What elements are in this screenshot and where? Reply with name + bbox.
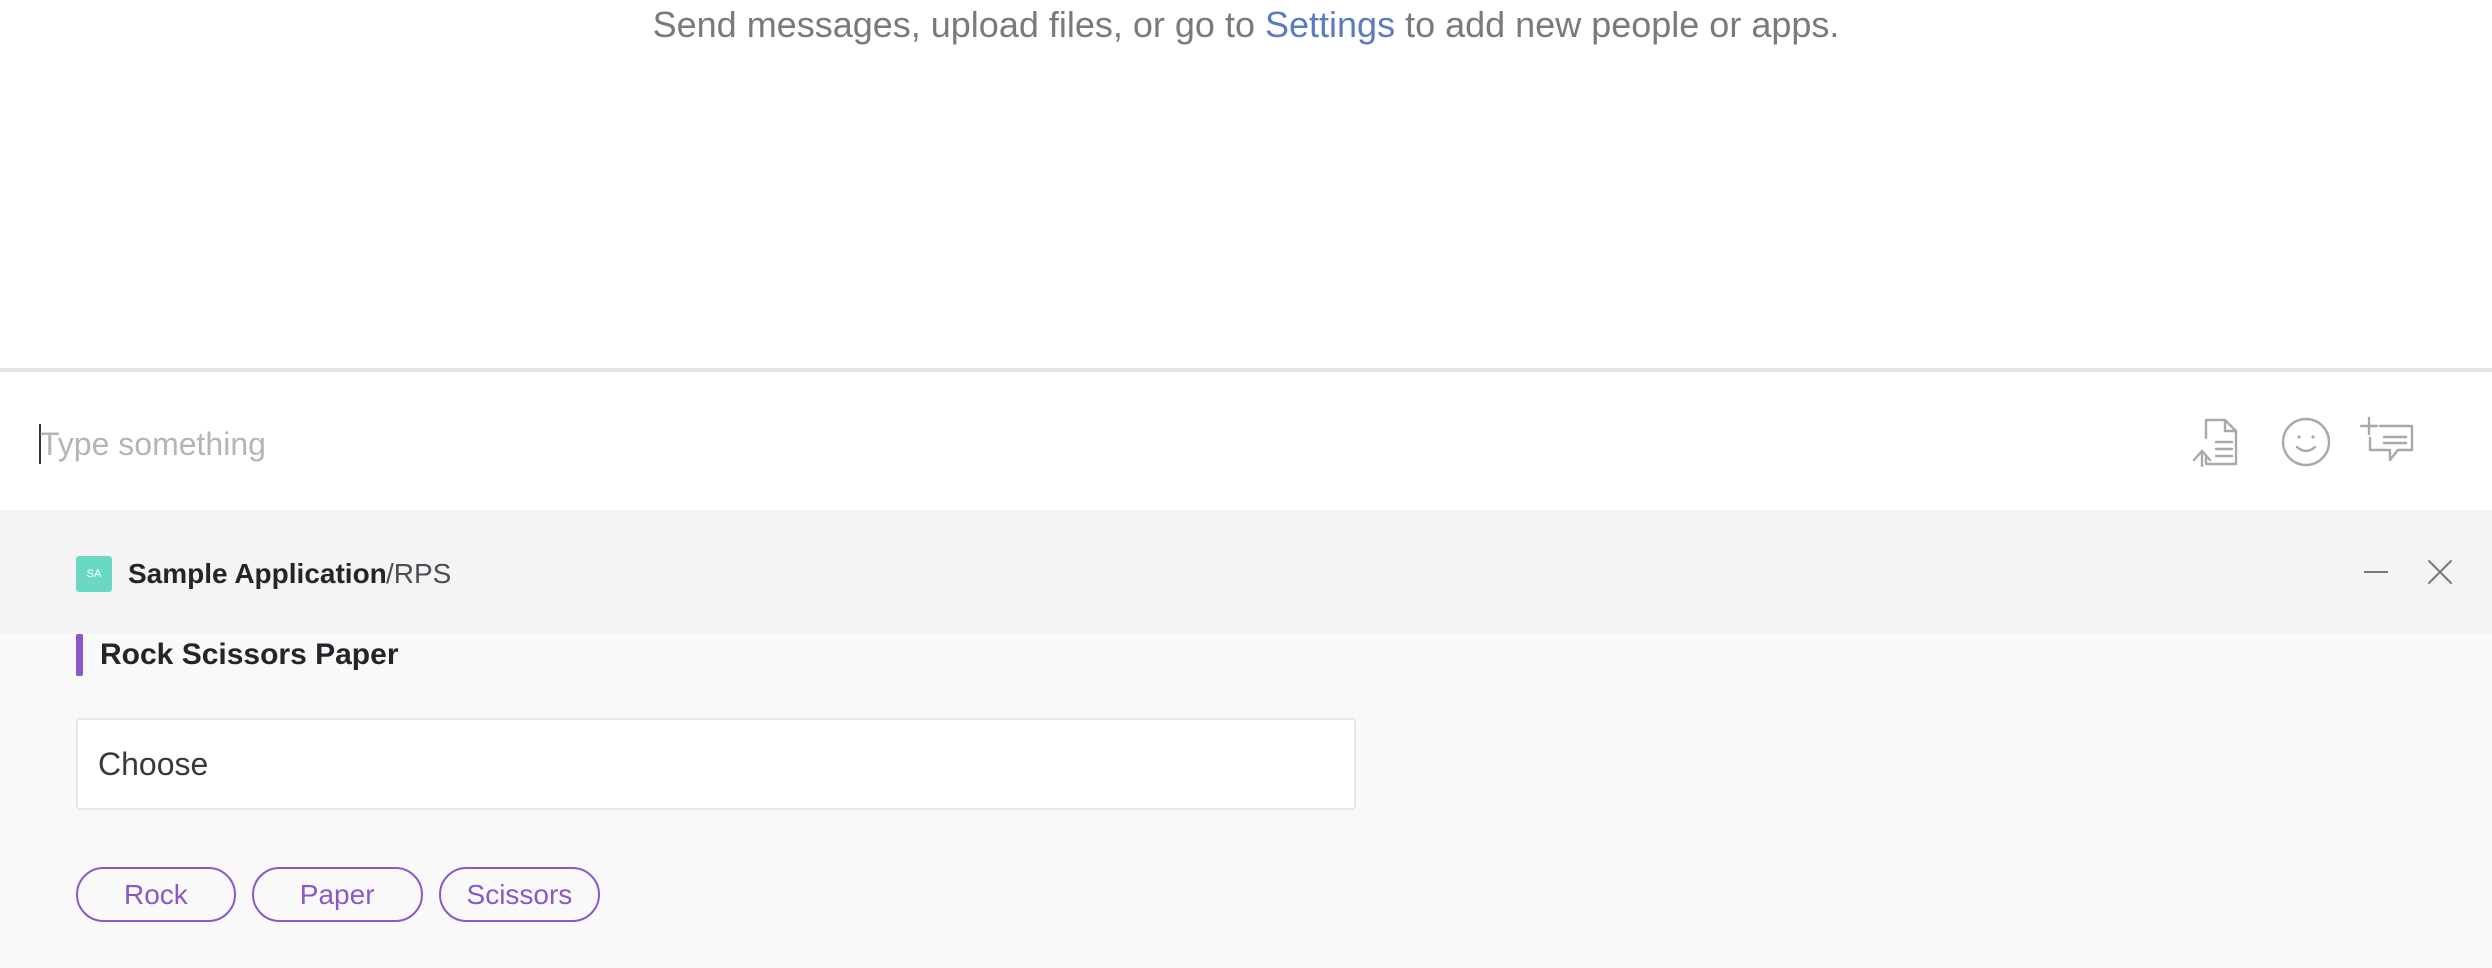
hint-text-end: to add new people or apps. <box>1395 4 1840 45</box>
paper-button[interactable]: Paper <box>251 867 423 922</box>
close-button[interactable] <box>2420 552 2460 592</box>
emoji-button[interactable] <box>2278 414 2334 470</box>
upload-file-icon <box>2192 418 2238 468</box>
settings-link[interactable]: Settings <box>1265 4 1395 45</box>
minimize-button[interactable] <box>2356 552 2396 592</box>
rock-button[interactable]: Rock <box>76 867 236 922</box>
app-actions-button[interactable] <box>2360 414 2416 470</box>
app-panel: SA Sample Application /RPS Rock Scissors… <box>0 510 2492 968</box>
minimize-icon <box>2364 571 2388 573</box>
app-command: /RPS <box>386 558 452 589</box>
choice-buttons: Rock Paper Scissors <box>76 867 601 922</box>
empty-channel-hint: Send messages, upload files, or go to Se… <box>0 0 2492 50</box>
card-title: Rock Scissors Paper <box>100 638 399 671</box>
card-accent-bar <box>76 634 83 676</box>
close-icon <box>2428 560 2452 584</box>
chat-window: Send messages, upload files, or go to Se… <box>0 0 2492 968</box>
upload-file-button[interactable] <box>2190 414 2246 470</box>
app-name: Sample Application <box>128 558 387 589</box>
app-logo: SA <box>76 556 112 592</box>
choose-select[interactable]: Choose <box>76 718 1356 810</box>
app-panel-header: SA Sample Application /RPS <box>0 510 2492 634</box>
emoji-icon <box>2281 417 2331 467</box>
scissors-button[interactable]: Scissors <box>438 867 601 922</box>
hint-text-start: Send messages, upload files, or go to <box>652 4 1265 45</box>
message-input[interactable] <box>40 412 2140 476</box>
message-composer <box>0 372 2492 510</box>
add-chat-icon <box>2360 416 2414 462</box>
